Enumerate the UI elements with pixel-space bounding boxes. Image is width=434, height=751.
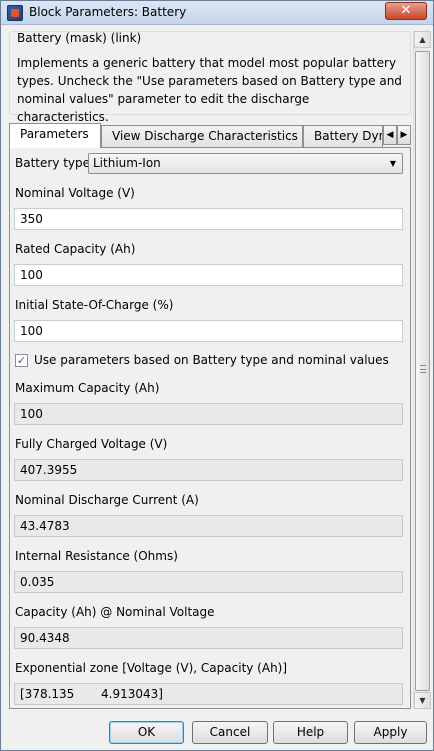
max-capacity-label: Maximum Capacity (Ah) [15,381,160,395]
parameters-panel: Battery type Lithium-Ion ▼ Nominal Volta… [9,147,411,709]
chevron-down-icon: ▼ [389,159,396,168]
simulink-app-icon [7,5,23,21]
fully-charged-label: Fully Charged Voltage (V) [15,437,168,451]
battery-type-value: Lithium-Ion [93,156,161,170]
exp-zone-label: Exponential zone [Voltage (V), Capacity … [15,661,288,675]
tab-battery-dynamics[interactable]: Battery Dyn [303,125,383,147]
button-bar: OK Cancel Help Apply [1,711,433,751]
capacity-nominal-label: Capacity (Ah) @ Nominal Voltage [15,605,215,619]
grip-icon [420,365,426,373]
dialog-window: Block Parameters: Battery ✕ Battery (mas… [0,0,434,751]
tab-scroll-left-icon[interactable]: ◀ [383,125,397,145]
title-bar[interactable]: Block Parameters: Battery ✕ [1,1,433,25]
exp-zone-field: [378.135 4.913043] [14,683,403,705]
mask-title: Battery (mask) (link) [17,31,142,45]
ok-button[interactable]: OK [109,721,184,744]
scrollbar-thumb[interactable] [415,51,430,691]
initial-soc-label: Initial State-Of-Charge (%) [15,298,174,312]
use-params-label[interactable]: Use parameters based on Battery type and… [34,353,389,367]
battery-type-label: Battery type [15,156,91,170]
max-capacity-field: 100 [14,403,403,425]
tab-parameters[interactable]: Parameters [9,123,101,148]
help-button[interactable]: Help [273,721,348,744]
internal-resistance-label: Internal Resistance (Ohms) [15,549,178,563]
vertical-scrollbar[interactable]: ▲ ▼ [413,31,431,709]
apply-button[interactable]: Apply [354,721,427,744]
internal-resistance-field: 0.035 [14,571,403,593]
rated-capacity-label: Rated Capacity (Ah) [15,242,136,256]
scroll-up-icon[interactable]: ▲ [414,31,431,48]
close-button[interactable]: ✕ [385,2,427,20]
nominal-voltage-label: Nominal Voltage (V) [15,186,135,200]
scroll-down-icon[interactable]: ▼ [414,692,431,709]
use-params-checkbox[interactable]: ✓ [15,354,28,367]
window-title: Block Parameters: Battery [29,5,187,19]
tab-bar: Parameters View Discharge Characteristic… [9,123,411,148]
tab-view-discharge[interactable]: View Discharge Characteristics [101,125,303,147]
tab-scroll-right-icon[interactable]: ▶ [397,125,411,145]
nominal-discharge-label: Nominal Discharge Current (A) [15,493,199,507]
battery-type-select[interactable]: Lithium-Ion ▼ [88,153,403,174]
nominal-voltage-input[interactable]: 350 [14,208,403,230]
nominal-discharge-field: 43.4783 [14,515,403,537]
mask-description: Implements a generic battery that model … [17,56,402,124]
fully-charged-field: 407.3955 [14,459,403,481]
capacity-nominal-field: 90.4348 [14,627,403,649]
initial-soc-input[interactable]: 100 [14,320,403,342]
rated-capacity-input[interactable]: 100 [14,264,403,286]
cancel-button[interactable]: Cancel [192,721,268,744]
